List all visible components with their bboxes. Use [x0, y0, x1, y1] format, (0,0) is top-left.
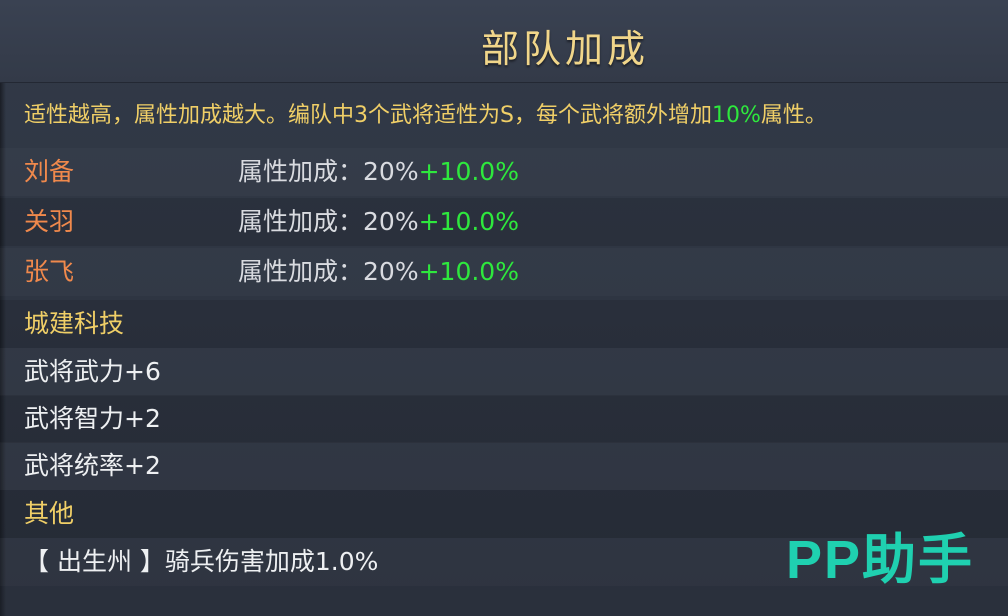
- tech-item: 武将智力+2: [24, 404, 161, 433]
- bonus-label: 属性加成：: [238, 207, 364, 236]
- title-bar: 部队加成: [0, 0, 1008, 83]
- watermark-text: PP助手: [785, 530, 974, 590]
- description-text-end: 属性。: [760, 103, 827, 128]
- bonus-base: 20%: [363, 257, 419, 286]
- general-name: 刘备: [24, 157, 75, 186]
- bonus-extra: +10.0%: [418, 207, 519, 236]
- section-title: 其他: [24, 499, 75, 528]
- city-tech-item: 武将统率+2: [0, 442, 1008, 490]
- general-bonus: 属性加成：20%+10.0%: [238, 248, 519, 296]
- city-tech-header: 城建科技: [0, 300, 1008, 348]
- general-bonus: 属性加成：20%+10.0%: [238, 148, 519, 196]
- city-tech-item: 武将武力+6: [0, 348, 1008, 396]
- general-name: 张飞: [24, 257, 75, 286]
- bonus-base: 20%: [363, 157, 419, 186]
- pp-assistant-watermark: PP助手: [786, 515, 974, 594]
- city-tech-item: 武将智力+2: [0, 395, 1008, 443]
- bonus-label: 属性加成：: [238, 257, 364, 286]
- description-text: 适性越高，属性加成越大。编队中3个武将适性为S，每个武将额外增加: [24, 103, 712, 128]
- tech-item: 武将武力+6: [24, 357, 161, 386]
- general-row-zhangfei: 张飞 属性加成：20%+10.0%: [0, 248, 1008, 296]
- description-row: 适性越高，属性加成越大。编队中3个武将适性为S，每个武将额外增加10%属性。: [0, 92, 1008, 140]
- bonus-label: 属性加成：: [238, 157, 364, 186]
- general-name: 关羽: [24, 207, 75, 236]
- bonus-extra: +10.0%: [418, 257, 519, 286]
- general-row-guanyu: 关羽 属性加成：20%+10.0%: [0, 198, 1008, 246]
- bonus-panel: 部队加成 适性越高，属性加成越大。编队中3个武将适性为S，每个武将额外增加10%…: [0, 0, 1008, 616]
- general-bonus: 属性加成：20%+10.0%: [238, 198, 519, 246]
- panel-title: 部队加成: [480, 27, 649, 71]
- section-title: 城建科技: [24, 309, 125, 338]
- tech-item: 武将统率+2: [24, 451, 161, 480]
- other-item-text: 【 出生州 】骑兵伤害加成1.0%: [24, 547, 379, 576]
- general-row-liubei: 刘备 属性加成：20%+10.0%: [0, 148, 1008, 196]
- bonus-base: 20%: [363, 207, 419, 236]
- bonus-extra: +10.0%: [418, 157, 519, 186]
- description-highlight: 10%: [711, 103, 761, 128]
